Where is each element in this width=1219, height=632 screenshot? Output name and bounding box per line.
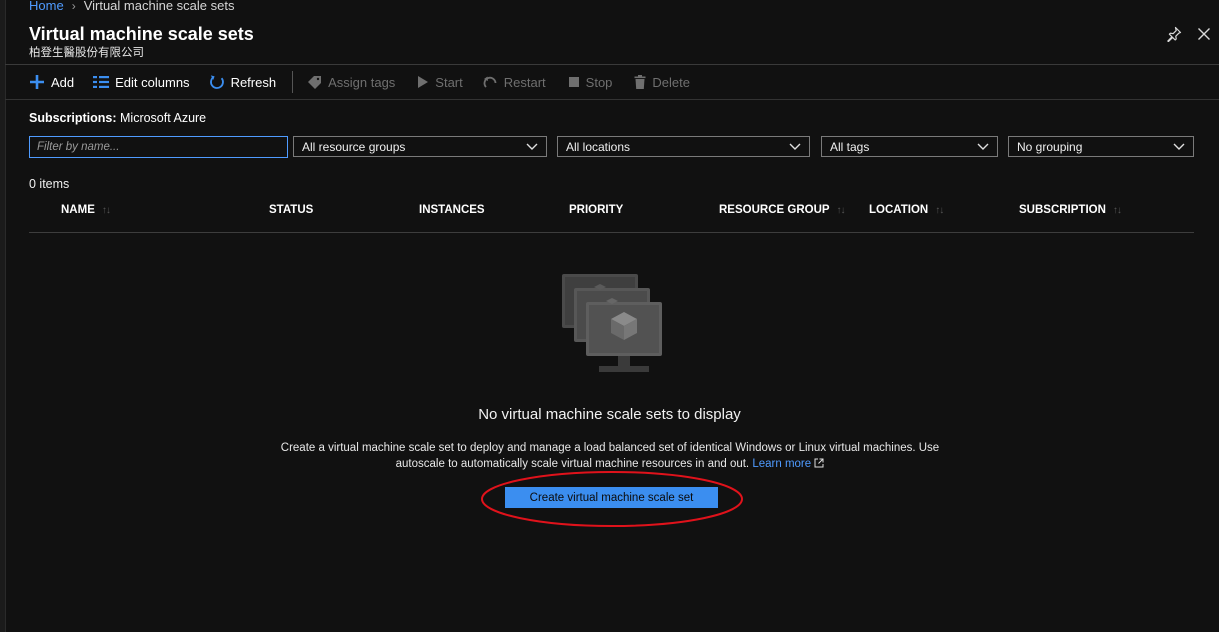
empty-state-description: Create a virtual machine scale set to de… (280, 440, 940, 472)
restart-icon (483, 76, 497, 88)
column-header-resource-group[interactable]: RESOURCE GROUP ↑↓ (719, 204, 846, 216)
chevron-down-icon (977, 143, 989, 150)
breadcrumb-home-link[interactable]: Home (29, 0, 64, 13)
column-label: NAME (61, 204, 95, 216)
toolbar-separator (292, 71, 294, 93)
breadcrumb: Home › Virtual machine scale sets (29, 0, 234, 13)
locations-value: All locations (566, 139, 631, 154)
refresh-label: Refresh (230, 74, 277, 90)
external-link-icon (814, 458, 824, 468)
subscriptions-value: Microsoft Azure (120, 111, 207, 125)
restart-label: Restart (503, 74, 546, 90)
page-subtitle: 柏登生醫股份有限公司 (29, 47, 144, 59)
assign-tags-label: Assign tags (328, 74, 396, 90)
column-label: RESOURCE GROUP (719, 204, 830, 216)
chevron-right-icon: › (71, 0, 76, 13)
add-button[interactable]: Add (29, 74, 74, 90)
restart-button[interactable]: Restart (483, 75, 546, 90)
tags-value: All tags (830, 139, 870, 154)
column-header-divider (29, 232, 1194, 233)
breadcrumb-current: Virtual machine scale sets (83, 0, 235, 13)
sort-icon: ↑↓ (101, 204, 111, 216)
plus-icon (30, 75, 44, 89)
chevron-down-icon (526, 143, 538, 150)
column-label: SUBSCRIPTION (1019, 204, 1106, 216)
edit-columns-label: Edit columns (115, 74, 190, 90)
column-header-name[interactable]: NAME ↑↓ (61, 204, 111, 216)
trash-icon (634, 75, 646, 89)
header-divider (5, 64, 1219, 65)
start-label: Start (435, 74, 463, 90)
create-vm-scale-set-button[interactable]: Create virtual machine scale set (505, 487, 718, 508)
grouping-dropdown[interactable]: No grouping (1008, 136, 1194, 157)
column-label: STATUS (269, 204, 314, 216)
refresh-icon (209, 75, 224, 89)
portal-left-edge (0, 0, 6, 632)
page-title: Virtual machine scale sets (29, 24, 254, 44)
column-label: INSTANCES (419, 204, 485, 216)
subscriptions-filter-text: Subscriptions: Microsoft Azure (29, 111, 206, 125)
tag-icon (308, 75, 322, 89)
add-label: Add (51, 74, 75, 90)
stop-icon (568, 77, 579, 87)
column-label: PRIORITY (569, 204, 624, 216)
start-button[interactable]: Start (417, 74, 463, 90)
vm-scale-set-icon (562, 274, 662, 372)
sort-icon: ↑↓ (836, 204, 846, 216)
empty-state-description-text: Create a virtual machine scale set to de… (280, 442, 940, 470)
grouping-value: No grouping (1017, 139, 1083, 154)
stop-button[interactable]: Stop (568, 74, 613, 90)
assign-tags-button[interactable]: Assign tags (307, 75, 395, 90)
column-header-status[interactable]: STATUS (269, 204, 313, 216)
delete-label: Delete (652, 74, 690, 90)
column-header-instances[interactable]: INSTANCES (419, 204, 485, 216)
subscriptions-label: Subscriptions: (29, 111, 117, 125)
resource-groups-dropdown[interactable]: All resource groups (293, 136, 547, 157)
sort-icon: ↑↓ (935, 204, 944, 216)
column-header-priority[interactable]: PRIORITY (569, 204, 623, 216)
tags-dropdown[interactable]: All tags (821, 136, 998, 157)
columns-icon (93, 76, 110, 88)
play-icon (418, 76, 429, 88)
resource-groups-value: All resource groups (302, 139, 406, 154)
column-header-subscription[interactable]: SUBSCRIPTION ↑↓ (1019, 204, 1122, 216)
edit-columns-button[interactable]: Edit columns (93, 74, 190, 90)
empty-state-title: No virtual machine scale sets to display (478, 406, 741, 423)
chevron-down-icon (1173, 143, 1185, 150)
close-icon[interactable] (1196, 26, 1212, 42)
locations-dropdown[interactable]: All locations (557, 136, 810, 157)
command-bar: Add Edit columns Refresh Assign tags Sta… (29, 71, 690, 93)
column-label: LOCATION (869, 204, 929, 216)
refresh-button[interactable]: Refresh (209, 74, 277, 90)
delete-button[interactable]: Delete (634, 75, 690, 90)
item-count: 0 items (29, 177, 70, 191)
filter-by-name-input[interactable] (29, 136, 288, 158)
learn-more-link[interactable]: Learn more (752, 458, 811, 470)
column-header-location[interactable]: LOCATION ↑↓ (869, 204, 944, 216)
sort-icon: ↑↓ (1112, 204, 1122, 216)
stop-label: Stop (585, 74, 613, 90)
toolbar-divider (5, 99, 1219, 100)
chevron-down-icon (789, 143, 801, 150)
pin-icon[interactable] (1166, 26, 1182, 42)
